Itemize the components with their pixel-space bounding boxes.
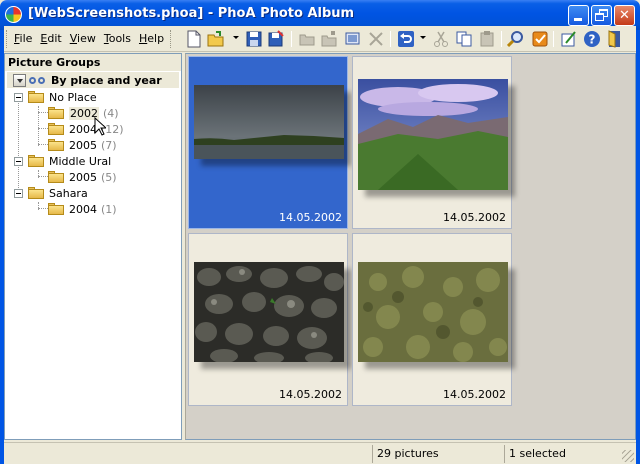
- collapse-icon[interactable]: [14, 92, 23, 102]
- menu-file[interactable]: File: [10, 31, 36, 46]
- settings-icon[interactable]: [560, 30, 578, 48]
- toolbar-separator: [390, 31, 391, 47]
- collapse-icon[interactable]: [14, 188, 23, 198]
- copy-icon[interactable]: [455, 30, 473, 48]
- toolbar-separator: [501, 31, 502, 47]
- folder-icon: [28, 187, 44, 199]
- menu-view[interactable]: View: [66, 31, 100, 46]
- photo-lichen-rocks: [194, 262, 344, 362]
- close-icon: ✕: [619, 8, 630, 23]
- view-name: By place and year: [51, 73, 162, 87]
- minimize-button[interactable]: [568, 5, 589, 26]
- tree-item-label: 2004: [69, 122, 97, 136]
- edit-picture-icon[interactable]: [344, 30, 362, 48]
- undo-dropdown-icon[interactable]: [420, 36, 426, 39]
- picture-groups-pane: Picture Groups By place and year No Plac…: [4, 53, 182, 440]
- close-button[interactable]: ✕: [614, 5, 635, 26]
- select-icon[interactable]: [531, 30, 549, 48]
- thumbnail-1[interactable]: 14.05.2002: [188, 56, 348, 229]
- thumbnail-3[interactable]: 14.05.2002: [188, 233, 348, 406]
- add-group-icon[interactable]: [298, 30, 316, 48]
- new-group-icon[interactable]: [320, 30, 338, 48]
- open-dropdown-icon[interactable]: [233, 36, 239, 39]
- tree-connector: [18, 98, 19, 194]
- menu-help[interactable]: Help: [135, 31, 168, 46]
- thumbnail-2[interactable]: 14.05.2002: [352, 56, 512, 229]
- menu-edit[interactable]: Edit: [36, 31, 65, 46]
- view-dropdown-icon[interactable]: [13, 73, 26, 87]
- tree-item-sahara[interactable]: Sahara: [14, 185, 88, 201]
- svg-text:?: ?: [589, 33, 596, 47]
- thumbnail-date: 14.05.2002: [443, 211, 506, 224]
- folder-icon: [48, 139, 64, 151]
- thumbnail-date: 14.05.2002: [279, 388, 342, 401]
- resize-grip[interactable]: [622, 450, 634, 462]
- toolbar-gripper[interactable]: [170, 30, 173, 48]
- status-picture-count: 29 pictures: [372, 445, 504, 463]
- folder-icon: [28, 91, 44, 103]
- save-as-icon[interactable]: [267, 30, 285, 48]
- window-title: [WebScreenshots.phoa] - PhoA Photo Album: [28, 6, 355, 21]
- pane-title: Picture Groups: [5, 54, 181, 71]
- restore-button[interactable]: [591, 5, 612, 26]
- thumbnail-4[interactable]: 14.05.2002: [352, 233, 512, 406]
- new-icon[interactable]: [185, 30, 203, 48]
- delete-icon[interactable]: [367, 30, 385, 48]
- window-frame-right: [636, 30, 640, 464]
- photo-moss: [358, 262, 508, 362]
- folder-icon: [28, 155, 44, 167]
- tree-item-label: 2004: [69, 202, 97, 216]
- exit-icon[interactable]: [606, 30, 624, 48]
- help-icon[interactable]: ?: [583, 30, 601, 48]
- toolbar-separator: [553, 31, 554, 47]
- tree-item-count: (7): [101, 138, 117, 152]
- collapse-icon[interactable]: [14, 156, 23, 166]
- tree-item-label: Sahara: [49, 186, 88, 200]
- save-icon[interactable]: [245, 30, 263, 48]
- app-icon[interactable]: [5, 6, 22, 23]
- tree-item-label: No Place: [49, 90, 97, 104]
- undo-icon[interactable]: [397, 30, 415, 48]
- tree-item-count: (5): [101, 170, 117, 184]
- menu-gripper[interactable]: [6, 30, 9, 48]
- toolbar-row: File Edit View Tools Help ?: [4, 26, 636, 52]
- mouse-cursor-icon: [94, 117, 106, 136]
- tree-root-view[interactable]: By place and year: [7, 72, 179, 88]
- tree-item-no-place-2004[interactable]: 2004 (12): [48, 121, 124, 137]
- thumbnail-date: 14.05.2002: [279, 211, 342, 224]
- folder-icon: [48, 171, 64, 183]
- tree-item-label: Middle Ural: [49, 154, 112, 168]
- tree-item-middle-ural-2005[interactable]: 2005 (5): [48, 169, 117, 185]
- folder-icon: [48, 203, 64, 215]
- thumbnail-date: 14.05.2002: [443, 388, 506, 401]
- tree-item-no-place-2005[interactable]: 2005 (7): [48, 137, 117, 153]
- thumbnail-view: 14.05.2002 14.05.2002 14.05.2002 14.05.2…: [185, 53, 636, 440]
- status-selection-count: 1 selected: [504, 445, 622, 463]
- open-icon[interactable]: [207, 30, 225, 48]
- toolbar-separator: [291, 31, 292, 47]
- tree-item-count: (1): [101, 202, 117, 216]
- tree-item-no-place[interactable]: No Place: [14, 89, 97, 105]
- menu-tools[interactable]: Tools: [100, 31, 135, 46]
- find-icon[interactable]: [507, 30, 525, 48]
- photo-mountain-meadow: [358, 79, 508, 190]
- paste-icon[interactable]: [478, 30, 496, 48]
- cut-icon[interactable]: [432, 30, 450, 48]
- folder-icon: [48, 107, 64, 119]
- tree-item-label: 2005: [69, 138, 97, 152]
- photo-lake-dusk: [194, 85, 344, 159]
- folder-icon: [48, 123, 64, 135]
- tree-item-middle-ural[interactable]: Middle Ural: [14, 153, 111, 169]
- status-bar: 29 pictures 1 selected: [4, 442, 636, 464]
- tree-item-no-place-2002[interactable]: 2002 (4): [48, 105, 119, 121]
- tree-item-sahara-2004[interactable]: 2004 (1): [48, 201, 117, 217]
- menu-bar: File Edit View Tools Help: [10, 31, 168, 46]
- tree-item-label: 2005: [69, 170, 97, 184]
- binoculars-icon: [29, 75, 47, 85]
